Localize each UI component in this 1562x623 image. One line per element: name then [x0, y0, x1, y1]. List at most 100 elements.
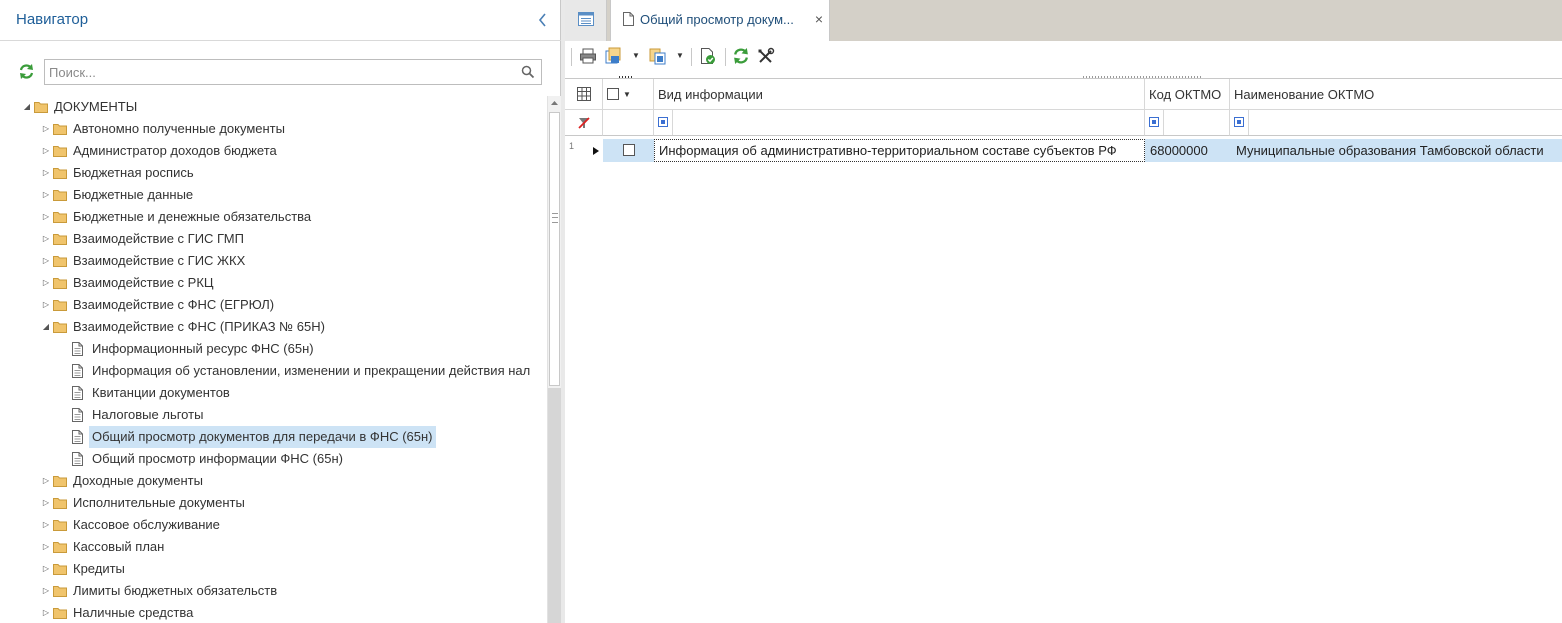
- folder-icon: [53, 322, 67, 333]
- column-header-kod[interactable]: Код ОКТМО: [1145, 79, 1230, 110]
- folder-icon: [53, 190, 67, 201]
- tree-folder-item[interactable]: ▷ Взаимодействие с ГИС ЖКХ: [0, 250, 547, 272]
- refresh-icon[interactable]: [18, 63, 35, 80]
- tree-folder-item[interactable]: ▷ Администратор доходов бюджета: [0, 140, 547, 162]
- collapse-arrow-icon[interactable]: ◢: [22, 96, 32, 118]
- tree-folder-item[interactable]: ▷ Бюджетные данные: [0, 184, 547, 206]
- tree-folder-item[interactable]: ▷ Кассовый план: [0, 536, 547, 558]
- tree-item-label: Кассовое обслуживание: [73, 517, 220, 532]
- tree-folder-item[interactable]: ▷ Доходные документы: [0, 470, 547, 492]
- scroll-up-icon[interactable]: [548, 96, 561, 110]
- collapse-navigator-icon[interactable]: [536, 11, 550, 29]
- cell-name[interactable]: Муниципальные образования Тамбовской обл…: [1230, 139, 1562, 162]
- tree-folder-item[interactable]: ◢ Взаимодействие с ФНС (ПРИКАЗ № 65Н): [0, 316, 547, 338]
- expand-arrow-icon[interactable]: ▷: [41, 162, 51, 184]
- tree-item-label: Исполнительные документы: [73, 495, 245, 510]
- expand-arrow-icon[interactable]: ▷: [41, 272, 51, 294]
- grip-icon: [552, 213, 558, 223]
- select-all-header[interactable]: ▼: [603, 79, 654, 110]
- expand-arrow-icon[interactable]: ▷: [41, 118, 51, 140]
- folder-icon: [53, 212, 67, 223]
- export-icon[interactable]: [605, 47, 625, 67]
- tree-document-item[interactable]: Налоговые льготы: [0, 404, 547, 426]
- refresh-icon[interactable]: [732, 47, 750, 67]
- navigator-panel: Навигатор ◢ДОКУМЕНТЫ▷Автономно полученны…: [0, 0, 561, 623]
- folder-icon: [53, 278, 67, 289]
- chevron-down-icon[interactable]: ▼: [623, 79, 631, 110]
- expand-arrow-icon[interactable]: ▷: [41, 602, 51, 623]
- filter-cell-kod[interactable]: [1145, 110, 1230, 136]
- scroll-track[interactable]: [548, 388, 561, 623]
- tree-item-label: Квитанции документов: [92, 385, 230, 400]
- select-all-checkbox[interactable]: [607, 88, 619, 100]
- expand-arrow-icon[interactable]: ▷: [41, 470, 51, 492]
- search-icon[interactable]: [521, 65, 535, 79]
- tree-folder-item[interactable]: ◢ ДОКУМЕНТЫ: [0, 96, 547, 118]
- document-icon: [72, 430, 83, 444]
- close-tab-icon[interactable]: ×: [812, 11, 826, 27]
- column-chooser-header[interactable]: [565, 79, 603, 110]
- tree-document-item[interactable]: Квитанции документов: [0, 382, 547, 404]
- filter-cell-vid[interactable]: [654, 110, 1145, 136]
- collapse-arrow-icon[interactable]: ◢: [41, 316, 51, 338]
- column-header-vid[interactable]: Вид информации: [654, 79, 1145, 110]
- tree-folder-item[interactable]: ▷ Взаимодействие с РКЦ: [0, 272, 547, 294]
- tree-folder-item[interactable]: ▷ Кредиты: [0, 558, 547, 580]
- scroll-thumb[interactable]: [549, 112, 560, 386]
- navigator-scrollbar[interactable]: [547, 96, 561, 623]
- filter-mode-icon[interactable]: [1234, 117, 1244, 127]
- settings-tools-icon[interactable]: [757, 47, 775, 67]
- tree-folder-item[interactable]: ▷ Кассовое обслуживание: [0, 514, 547, 536]
- copy-dropdown-icon[interactable]: ▼: [676, 49, 684, 63]
- expand-arrow-icon[interactable]: ▷: [41, 250, 51, 272]
- expand-arrow-icon[interactable]: ▷: [41, 536, 51, 558]
- tree-item-label: Лимиты бюджетных обязательств: [73, 583, 278, 598]
- expand-arrow-icon[interactable]: ▷: [41, 184, 51, 206]
- column-header-label: Код ОКТМО: [1149, 87, 1222, 102]
- tree-folder-item[interactable]: ▷ Бюджетная роспись: [0, 162, 547, 184]
- clear-filter-cell[interactable]: [565, 110, 603, 136]
- expand-arrow-icon[interactable]: ▷: [41, 228, 51, 250]
- expand-arrow-icon[interactable]: ▷: [41, 580, 51, 602]
- check-document-icon[interactable]: [699, 47, 717, 67]
- tree-folder-item[interactable]: ▷ Лимиты бюджетных обязательств: [0, 580, 547, 602]
- tree-document-item[interactable]: Информационный ресурс ФНС (65н): [0, 338, 547, 360]
- tab-bar: Общий просмотр докум... ×: [565, 0, 1562, 41]
- tree-item-label: Информация об установлении, изменении и …: [92, 363, 531, 378]
- tree-document-item[interactable]: Общий просмотр документов для передачи в…: [0, 426, 547, 448]
- copy-icon[interactable]: [649, 47, 669, 67]
- column-header-name[interactable]: Наименование ОКТМО: [1230, 79, 1562, 110]
- column-resize-hints: [565, 70, 1562, 81]
- tree-document-item[interactable]: Информация об установлении, изменении и …: [0, 360, 547, 382]
- cell-vid[interactable]: Информация об административно-территориа…: [654, 139, 1145, 162]
- expand-arrow-icon[interactable]: ▷: [41, 206, 51, 228]
- tree-folder-item[interactable]: ▷ Наличные средства: [0, 602, 547, 623]
- filter-mode-icon[interactable]: [658, 117, 668, 127]
- tree-folder-item[interactable]: ▷ Автономно полученные документы: [0, 118, 547, 140]
- row-checkbox[interactable]: [623, 144, 635, 156]
- cell-kod[interactable]: 68000000: [1145, 139, 1230, 162]
- export-dropdown-icon[interactable]: ▼: [632, 49, 640, 63]
- expand-arrow-icon[interactable]: ▷: [41, 558, 51, 580]
- expand-arrow-icon[interactable]: ▷: [41, 492, 51, 514]
- column-header-label: Вид информации: [658, 87, 763, 102]
- tab-home[interactable]: [565, 0, 607, 41]
- tree-folder-item[interactable]: ▷ Взаимодействие с ГИС ГМП: [0, 228, 547, 250]
- folder-icon: [53, 476, 67, 487]
- tree-folder-item[interactable]: ▷ Взаимодействие с ФНС (ЕГРЮЛ): [0, 294, 547, 316]
- clear-filter-icon: [578, 117, 590, 129]
- tree-document-item[interactable]: Общий просмотр информации ФНС (65н): [0, 448, 547, 470]
- search-input[interactable]: [49, 63, 511, 81]
- tree-folder-item[interactable]: ▷ Исполнительные документы: [0, 492, 547, 514]
- tab-document-view[interactable]: Общий просмотр докум... ×: [610, 0, 830, 41]
- filter-cell-name[interactable]: [1230, 110, 1562, 136]
- navigator-header: Навигатор: [0, 0, 561, 41]
- window-list-icon: [578, 12, 594, 26]
- tree-folder-item[interactable]: ▷ Бюджетные и денежные обязательства: [0, 206, 547, 228]
- filter-mode-icon[interactable]: [1149, 117, 1159, 127]
- print-icon[interactable]: [579, 47, 597, 67]
- expand-arrow-icon[interactable]: ▷: [41, 514, 51, 536]
- expand-arrow-icon[interactable]: ▷: [41, 140, 51, 162]
- expand-arrow-icon[interactable]: ▷: [41, 294, 51, 316]
- row-checkbox-cell[interactable]: [603, 139, 654, 162]
